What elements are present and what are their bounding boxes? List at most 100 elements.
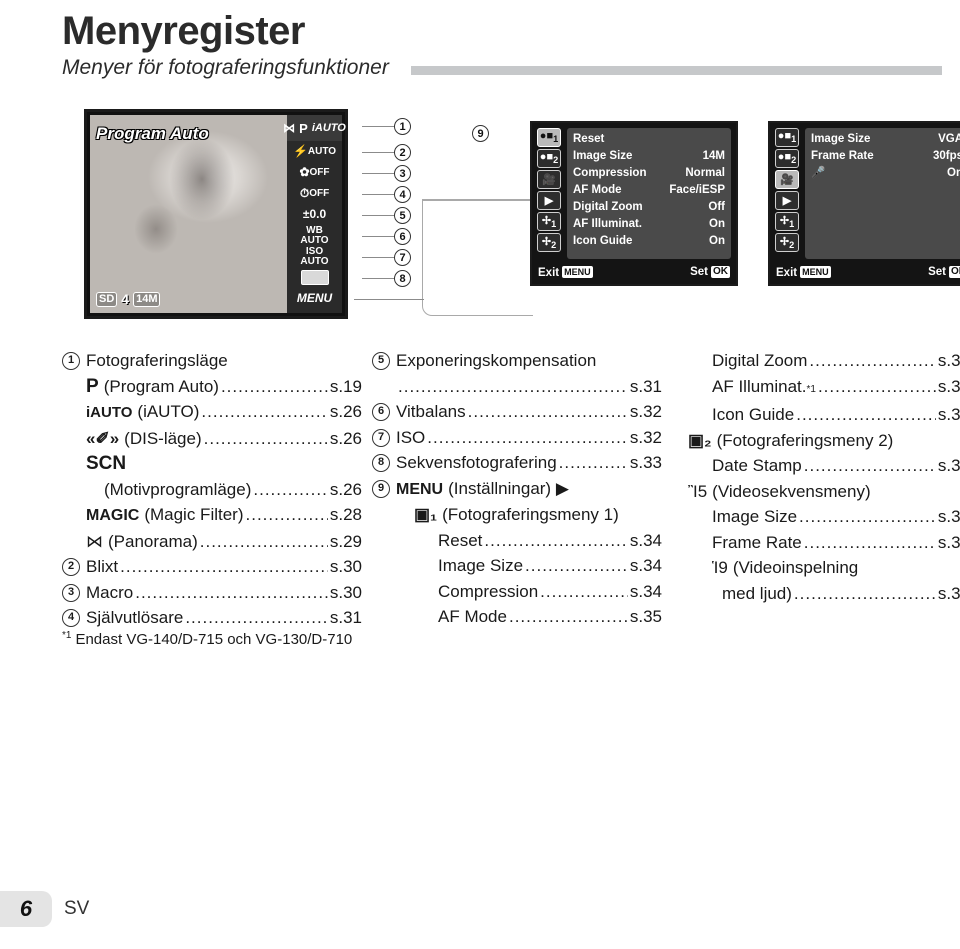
tab-setup2[interactable]: ✢2	[537, 233, 561, 252]
index-entry: SCN	[62, 451, 362, 477]
index-entry: ▣₂ (Fotograferingsmeny 2)	[670, 428, 960, 454]
index-entry: 4 Självutlösare.........................…	[62, 605, 362, 631]
menu1-row-af-mode[interactable]: AF Mode Face/iESP	[573, 182, 725, 199]
lcd-photo-preview: Program Auto SD 4 14M	[90, 115, 288, 313]
index-entry: Date Stamp..............................…	[712, 456, 960, 475]
menu2-row-image-size[interactable]: Image Size VGA	[811, 131, 960, 148]
tab-setup1[interactable]: ✢1	[775, 212, 799, 231]
menu1-row-compression[interactable]: Compression Normal	[573, 165, 725, 182]
menu-symbol: MENU	[396, 480, 444, 498]
camera1-symbol: ▣₁	[414, 505, 438, 524]
lcd-settings-strip: ⋈ P iAUTO ⚡ AUTO ✿ OFF ⏱ OFF ±0.0 WB AUTO I…	[283, 115, 346, 313]
menu1-row-image-size[interactable]: Image Size 14M	[573, 148, 725, 165]
index-entry: 2 Blixt.................................…	[62, 554, 362, 580]
menu1-row-digital-zoom[interactable]: Digital Zoom Off	[573, 199, 725, 216]
index-entry: Image Size..............................…	[712, 507, 960, 526]
selftimer-icon: ⏱	[299, 186, 310, 200]
menu1-row-reset[interactable]: Reset	[573, 131, 725, 148]
panorama-symbol: ⋈	[86, 531, 103, 551]
menu1-set[interactable]: Set OK	[690, 266, 730, 278]
drive-setting	[287, 267, 342, 288]
menu-screen-movie: ●■1 ●■2 🎥 ▶ ✢1 ✢2 Image Size VGA Frame R…	[768, 121, 960, 286]
scn-symbol: SCN	[86, 453, 127, 474]
leader-1	[362, 126, 394, 128]
camera-lcd-screen: Program Auto SD 4 14M ⋈ P iAUTO ⚡ AUTO ✿ O…	[84, 109, 348, 319]
footnote: *1 Endast VG-140/D-715 och VG-130/D-710	[62, 630, 352, 648]
menu1-exit[interactable]: Exit MENU	[538, 265, 593, 279]
tab-camera1[interactable]: ●■1	[537, 128, 561, 147]
index-column-3: Digital Zoom............................…	[670, 348, 960, 606]
menu1-row-icon-guide[interactable]: Icon Guide On	[573, 233, 725, 250]
drive-mode-icon	[300, 270, 329, 285]
menu2-list: Image Size VGA Frame Rate 30fps 🎤 On	[805, 128, 960, 259]
menu-screen-shooting-1: ●■1 ●■2 🎥 ▶ ✢1 ✢2 Reset Image Size 14M C…	[530, 121, 738, 286]
index-entry: Ἲ5 (Videosekvensmeny)	[670, 479, 960, 505]
movie-symbol: Ἲ5	[688, 481, 708, 501]
tab-movie[interactable]: 🎥	[537, 170, 561, 189]
tab-camera2[interactable]: ●■2	[537, 149, 561, 168]
leader-3	[362, 173, 394, 175]
index-entry: 3 Macro.................................…	[62, 580, 362, 606]
subtitle-row: Menyer för fotograferingsfunktioner	[62, 56, 942, 80]
callout-2: 2	[394, 144, 411, 161]
index-entry: Compression.............................…	[438, 581, 662, 601]
camera2-symbol: ▣₂	[688, 430, 712, 450]
tab-playback[interactable]: ▶	[775, 191, 799, 210]
whitebalance-setting: WB AUTO	[300, 224, 329, 246]
leader-6	[362, 236, 394, 238]
menu2-row-frame-rate[interactable]: Frame Rate 30fps	[811, 148, 960, 165]
index-entry: AF Illuminat.*1.........................…	[670, 374, 960, 403]
selftimer-setting: ⏱ OFF	[299, 186, 330, 200]
footnote-ref: *1	[806, 383, 816, 395]
callout-3: 3	[394, 165, 411, 182]
leader-bracket	[422, 199, 533, 316]
menu1-body: ●■1 ●■2 🎥 ▶ ✢1 ✢2 Reset Image Size 14M C…	[537, 128, 731, 259]
menu2-set[interactable]: SetOK	[928, 266, 960, 278]
callout-9: 9	[472, 125, 489, 142]
index-entry: Icon Guide..............................…	[712, 405, 960, 424]
index-entry: MAGIC(Magic Filter).....................…	[62, 502, 362, 529]
leader-2	[362, 152, 394, 154]
microphone-symbol: Ἱ9	[712, 558, 728, 577]
index-entry: Image Size..............................…	[438, 556, 662, 575]
microphone-icon: 🎤	[811, 167, 826, 179]
dis-mode-symbol: «✐»	[86, 428, 120, 448]
figure-camera-menus: Program Auto SD 4 14M ⋈ P iAUTO ⚡ AUTO ✿ O…	[62, 103, 960, 328]
index-column-1: 1 Fotograferingsläge P (Program Auto)....…	[62, 348, 362, 631]
leader-8	[362, 278, 394, 280]
menu2-row-microphone[interactable]: 🎤 On	[811, 165, 960, 182]
page-header: Menyregister Menyer för fotograferingsfu…	[62, 8, 942, 80]
index-entry: AF Mode.................................…	[438, 607, 662, 626]
lcd-banner-icons: ⋈ P iAUTO	[283, 115, 346, 141]
leader-5	[362, 215, 394, 217]
iso-setting: ISO AUTO	[300, 245, 329, 267]
tab-camera2[interactable]: ●■2	[775, 149, 799, 168]
index-entry: Digital Zoom............................…	[712, 351, 960, 370]
index-entry: ▣₁ (Fotograferingsmeny 1)	[372, 502, 662, 528]
leader-4	[362, 194, 394, 196]
page-number: 6	[0, 891, 52, 927]
callout-1: 1	[394, 118, 411, 135]
menu2-body: ●■1 ●■2 🎥 ▶ ✢1 ✢2 Image Size VGA Frame R…	[775, 128, 960, 259]
tab-camera1[interactable]: ●■1	[775, 128, 799, 147]
callout-5: 5	[394, 207, 411, 224]
tab-setup2[interactable]: ✢2	[775, 233, 799, 252]
mode-iauto-icon: iAUTO	[311, 122, 346, 134]
macro-setting: ✿ OFF	[299, 165, 330, 179]
tab-playback[interactable]: ▶	[537, 191, 561, 210]
menu2-exit[interactable]: Exit MENU	[776, 265, 831, 279]
menu1-row-af-illuminat[interactable]: AF Illuminat. On	[573, 216, 725, 233]
lcd-mode-banner-label: Program Auto	[96, 124, 209, 143]
menu1-list: Reset Image Size 14M Compression Normal …	[567, 128, 731, 259]
index-entry: Reset...................................…	[438, 530, 662, 550]
sd-card-icon: SD	[96, 291, 118, 307]
mode-p-symbol: P	[86, 375, 99, 397]
image-size-badge: 14M	[133, 291, 161, 307]
lcd-mode-banner: Program Auto	[96, 122, 209, 146]
title-rule	[410, 65, 942, 75]
tab-movie[interactable]: 🎥	[775, 170, 799, 189]
mode-iauto-symbol: iAUTO	[86, 404, 133, 421]
tab-setup1[interactable]: ✢1	[537, 212, 561, 231]
menu1-footer: Exit MENU Set OK	[537, 259, 731, 283]
mode-p-icon: P	[299, 120, 308, 136]
